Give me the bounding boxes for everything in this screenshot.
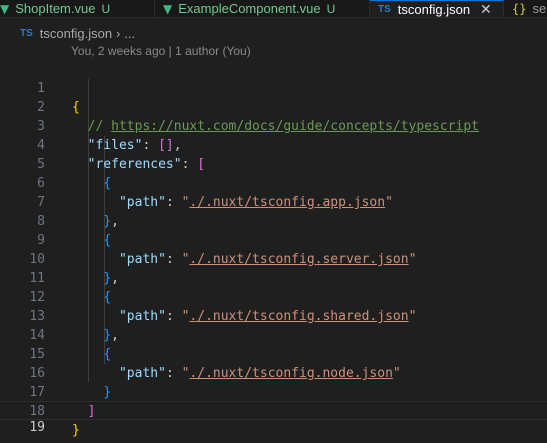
current-code-line[interactable]: 19 [0,401,547,435]
breadcrumb: TS tsconfig.json › ... [20,25,135,41]
code-line[interactable]: 3 "files": [], [0,98,547,153]
tab-tsconfig-json[interactable]: TS tsconfig.json ✕ [370,0,504,17]
git-blame-codelens[interactable]: You, 2 weeks ago | 1 author (You) [71,44,251,58]
code-line[interactable]: 9 "path": "./.nuxt/tsconfig.server.json" [0,212,547,267]
tab-label: ShopItem.vue [15,1,96,16]
code-line[interactable]: 5 { [0,136,547,191]
tab-label: tsconfig.json [397,1,471,17]
code-line[interactable]: 18 } [0,383,547,438]
code-line[interactable]: 2 // https://nuxt.com/docs/guide/concept… [0,79,547,134]
code-line[interactable]: 1 { [0,60,547,115]
breadcrumb-more[interactable]: ... [124,26,135,41]
code-line[interactable]: 10 }, [0,231,547,286]
tab-examplecomponent-vue[interactable]: ▼ ExampleComponent.vue U [155,0,370,17]
line-number: 19 [29,420,45,435]
code-line[interactable]: 4 "references": [ [0,117,547,172]
breadcrumb-file[interactable]: tsconfig.json [40,26,112,41]
tab-label: se [532,1,547,16]
code-line[interactable]: 11 { [0,250,547,305]
code-line[interactable]: 7 }, [0,174,547,229]
tab-label: ExampleComponent.vue [178,1,321,16]
tab-shopitem-vue[interactable]: ▼ ShopItem.vue U [0,0,155,17]
code-line[interactable]: 16 } [0,345,547,400]
vue-file-icon: ▼ [0,1,10,16]
code-line[interactable]: 6 "path": "./.nuxt/tsconfig.app.json" [0,155,547,210]
untracked-badge: U [326,1,336,16]
code-line[interactable]: 15 "path": "./.nuxt/tsconfig.node.json" [0,326,547,381]
untracked-badge: U [101,1,111,16]
code-line[interactable]: 14 { [0,307,547,362]
vue-file-icon: ▼ [163,1,173,16]
typescript-config-icon: TS [378,3,391,15]
code-line[interactable]: 12 "path": "./.nuxt/tsconfig.shared.json… [0,269,547,324]
json-braces-icon: {} [512,1,527,16]
typescript-config-icon: TS [20,27,33,39]
chevron-right-icon: › [116,25,121,41]
code-line[interactable]: 17 ] [0,364,547,419]
editor-tab-bar: ▼ ShopItem.vue U ▼ ExampleComponent.vue … [0,0,547,18]
code-line[interactable]: 13 }, [0,288,547,343]
code-line[interactable]: 8 { [0,193,547,248]
tab-settings-json[interactable]: {} se [504,0,547,17]
close-icon[interactable]: ✕ [480,1,492,18]
